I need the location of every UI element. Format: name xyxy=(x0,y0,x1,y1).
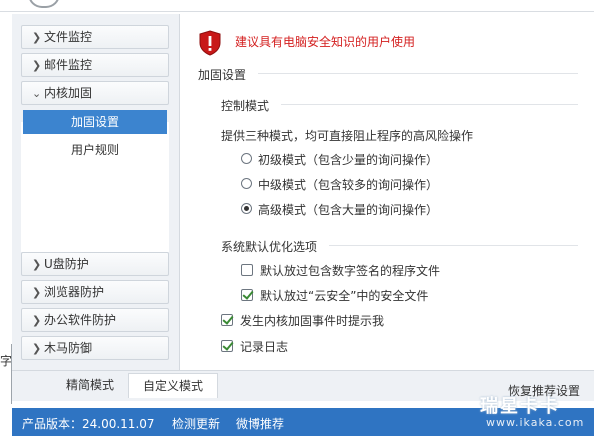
checkbox-skip-cloud-safe-label[interactable]: 默认放过“云安全”中的安全文件 xyxy=(260,287,428,304)
radio-intermediate-mode[interactable] xyxy=(241,178,252,189)
checkbox-skip-signed[interactable] xyxy=(241,264,253,276)
radio-basic-mode-label[interactable]: 初级模式（包含少量的询问操作） xyxy=(258,151,438,168)
section-title: 加固设置 xyxy=(198,68,247,82)
sidebar-item-kernel-hardening[interactable]: ⌄ 内核加固 xyxy=(21,81,169,105)
sidebar-item-label: 浏览器防护 xyxy=(44,285,105,299)
watermark-logo: 瑞星卡卡 www.ikaka.com xyxy=(466,388,594,436)
radio-intermediate-mode-label[interactable]: 中级模式（包含较多的询问操作） xyxy=(258,176,438,193)
sidebar: ❯ 文件监控 ❯ 邮件监控 ⌄ 内核加固 加固设置 用户规则 ❯ U盘防护 ❯ 浏览器防护… xyxy=(12,14,180,370)
sidebar-subitem-user-rules[interactable]: 用户规则 xyxy=(23,138,167,162)
chevron-down-icon: ⌄ xyxy=(32,87,42,100)
radio-advanced-mode[interactable] xyxy=(241,203,252,214)
watermark-brand: 瑞星卡卡 xyxy=(480,396,560,417)
control-mode-divider xyxy=(281,104,578,105)
radio-advanced-mode-label[interactable]: 高级模式（包含大量的询问操作） xyxy=(258,201,438,218)
sidebar-item-mail-monitor[interactable]: ❯ 邮件监控 xyxy=(21,53,169,77)
window-top-strip xyxy=(0,0,594,14)
section-divider xyxy=(258,73,578,74)
sidebar-item-label: U盘防护 xyxy=(44,257,89,271)
chevron-right-icon: ❯ xyxy=(32,314,42,327)
sidebar-item-trojan-defense[interactable]: ❯ 木马防御 xyxy=(21,336,169,360)
checkbox-skip-cloud-safe[interactable] xyxy=(241,289,253,301)
checkbox-notify-events-label[interactable]: 发生内核加固事件时提示我 xyxy=(240,312,384,329)
chevron-right-icon: ❯ xyxy=(32,286,42,299)
tab-custom-mode[interactable]: 自定义模式 xyxy=(128,373,219,398)
logo-icon xyxy=(28,0,60,8)
sidebar-item-file-monitor[interactable]: ❯ 文件监控 xyxy=(21,25,169,49)
chevron-right-icon: ❯ xyxy=(32,342,42,355)
sidebar-item-label: 邮件监控 xyxy=(44,58,93,72)
control-mode-description: 提供三种模式，均可直接阻止程序的高风险操作 xyxy=(221,129,474,143)
sidebar-item-label: 文件监控 xyxy=(44,30,93,44)
checkbox-record-log-label[interactable]: 记录日志 xyxy=(240,338,288,355)
sidebar-item-label: 木马防御 xyxy=(44,341,93,355)
checkbox-skip-signed-label[interactable]: 默认放过包含数字签名的程序文件 xyxy=(260,262,440,279)
weibo-link[interactable]: 微博推荐 xyxy=(236,415,284,432)
check-update-link[interactable]: 检测更新 xyxy=(172,415,220,432)
checkbox-notify-events[interactable] xyxy=(221,314,233,326)
sidebar-item-label: 办公软件防护 xyxy=(44,313,117,327)
sidebar-divider xyxy=(179,14,180,370)
checkbox-record-log[interactable] xyxy=(221,340,233,352)
chevron-right-icon: ❯ xyxy=(32,59,42,72)
chevron-right-icon: ❯ xyxy=(32,31,42,44)
optimize-options-title: 系统默认优化选项 xyxy=(221,240,318,254)
sidebar-item-usb-protection[interactable]: ❯ U盘防护 xyxy=(21,252,169,276)
tab-simple-mode[interactable]: 精简模式 xyxy=(52,373,128,397)
watermark-url: www.ikaka.com xyxy=(486,416,585,429)
sidebar-item-browser-protection[interactable]: ❯ 浏览器防护 xyxy=(21,280,169,304)
sidebar-subitem-hardening-settings[interactable]: 加固设置 xyxy=(23,110,167,134)
product-version: 产品版本：24.00.11.07 xyxy=(22,417,155,431)
warning-text: 建议具有电脑安全知识的用户使用 xyxy=(235,35,416,49)
chevron-right-icon: ❯ xyxy=(32,258,42,271)
shield-warning-icon xyxy=(199,30,221,56)
top-divider xyxy=(0,11,594,12)
sidebar-item-label: 内核加固 xyxy=(44,86,93,100)
control-mode-title: 控制模式 xyxy=(221,99,270,113)
radio-basic-mode[interactable] xyxy=(241,153,252,164)
optimize-options-divider xyxy=(329,245,578,246)
sidebar-item-office-protection[interactable]: ❯ 办公软件防护 xyxy=(21,308,169,332)
